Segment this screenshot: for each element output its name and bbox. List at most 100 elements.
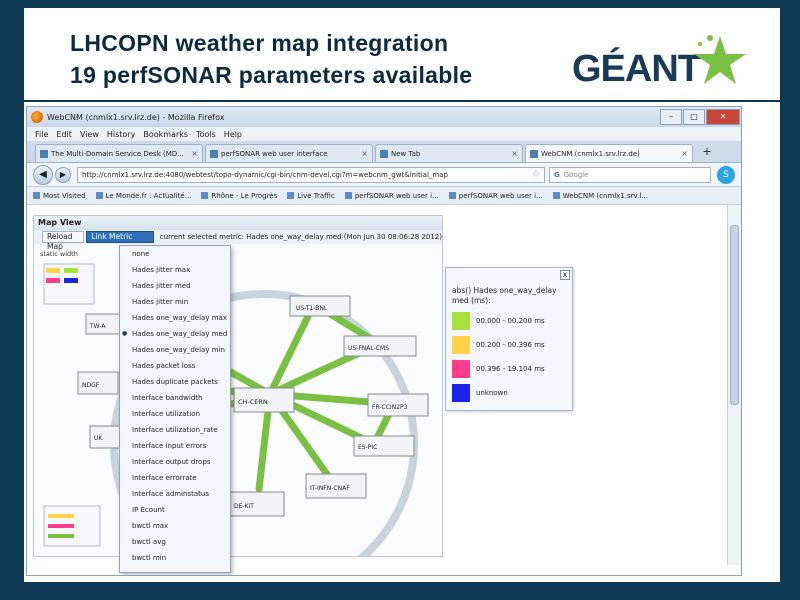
legend-swatch: [452, 336, 470, 354]
metric-option[interactable]: Interface adminstatus: [120, 486, 230, 502]
url-bar[interactable]: http://cnmlx1.srv.lrz.de:4080/webtest/to…: [77, 166, 545, 183]
bookmark-icon: [344, 192, 352, 199]
reload-map-button[interactable]: Reload Map: [42, 231, 85, 251]
bookmark-item[interactable]: Le Monde.fr : Actualité...: [95, 192, 191, 200]
maximize-button[interactable]: □: [683, 109, 705, 125]
close-tab-icon[interactable]: ×: [511, 149, 518, 158]
menu-bar: File Edit View History Bookmarks Tools H…: [27, 127, 741, 141]
bookmark-icon: [448, 192, 456, 199]
legend-close-button[interactable]: x: [560, 270, 570, 280]
page-icon: [380, 149, 388, 158]
mini-legend-swatch: [48, 514, 74, 518]
tab-new[interactable]: New Tab ×: [375, 144, 523, 162]
metric-option[interactable]: Hades packet loss: [120, 358, 230, 374]
logo-text: GÉANT: [572, 48, 701, 90]
mini-legend-swatch: [46, 268, 60, 273]
menu-file[interactable]: File: [35, 130, 48, 139]
legend-row: 00.200 - 00.396 ms: [452, 336, 545, 354]
map-node-label: US-T1-BNL: [296, 305, 328, 312]
tab-perfsonar[interactable]: perfSONAR web user interface ×: [205, 144, 373, 162]
close-tab-icon[interactable]: ×: [361, 149, 368, 158]
metric-option-selected[interactable]: Hades one_way_delay med: [120, 326, 230, 342]
map-node-label: UK: [94, 435, 103, 442]
legend-swatch: [452, 384, 470, 402]
metric-option[interactable]: Hades jitter max: [120, 262, 230, 278]
map-node-label: FR-CCIN2P3: [372, 404, 408, 411]
bookmark-item[interactable]: WebCNM (cnmlx1.srv.l...: [552, 192, 648, 200]
back-button[interactable]: ◀: [33, 164, 53, 185]
bookmark-icon: [33, 192, 40, 199]
bookmark-item[interactable]: Most Visited: [33, 192, 86, 200]
link-metric-selection-button[interactable]: Link Metric Selection: [86, 231, 154, 251]
metric-option[interactable]: bwctl min: [120, 550, 230, 566]
page-icon: [210, 149, 218, 158]
bookmarks-bar: Most Visited Le Monde.fr : Actualité... …: [27, 187, 741, 205]
menu-help[interactable]: Help: [224, 130, 242, 139]
metric-option[interactable]: none: [120, 246, 230, 262]
metric-option[interactable]: bwctl avg: [120, 534, 230, 550]
bookmark-item[interactable]: perfSONAR web user i...: [344, 192, 439, 200]
forward-button[interactable]: ▶: [55, 166, 71, 183]
metric-option[interactable]: Interface utilization: [120, 406, 230, 422]
menu-view[interactable]: View: [80, 130, 99, 139]
metric-option[interactable]: Interface errorrate: [120, 470, 230, 486]
close-tab-icon[interactable]: ×: [681, 149, 688, 158]
map-node-label: ES-PIC: [358, 444, 377, 451]
metric-option[interactable]: Hades jitter min: [120, 294, 230, 310]
navigation-bar: ◀ ▶ http://cnmlx1.srv.lrz.de:4080/webtes…: [27, 163, 741, 187]
menu-bookmarks[interactable]: Bookmarks: [143, 130, 188, 139]
page-icon: [530, 149, 538, 158]
menu-tools[interactable]: Tools: [196, 130, 216, 139]
metric-legend-panel: x abs() Hades one_way_delay med (ms): 00…: [445, 267, 573, 411]
metric-option[interactable]: Interface bandwidth: [120, 390, 230, 406]
bookmark-star-icon[interactable]: ☆: [532, 170, 540, 180]
mini-legend-swatch: [64, 278, 78, 283]
skype-icon[interactable]: S: [717, 165, 735, 184]
map-toolbar: Reload Map Link Metric Selection current…: [34, 230, 442, 251]
current-metric-text: current selected metric: Hades one_way_d…: [159, 233, 442, 241]
window-titlebar: WebCNM (cnmlx1.srv.lrz.de) - Mozilla Fir…: [27, 107, 741, 127]
legend-row: 00.000 - 00.200 ms: [452, 312, 545, 330]
map-view-title: Map View: [34, 216, 442, 230]
bookmark-item[interactable]: Live Traffic: [287, 192, 335, 200]
metric-option[interactable]: Interface output drops: [120, 454, 230, 470]
vertical-scrollbar[interactable]: [727, 205, 741, 565]
minimize-button[interactable]: –: [660, 109, 682, 125]
bookmark-item[interactable]: Rhône - Le Progrès: [201, 192, 277, 200]
map-node-label: TW-A: [89, 323, 106, 330]
url-text: http://cnmlx1.srv.lrz.de:4080/webtest/to…: [82, 170, 448, 179]
map-node-label: NDGF: [82, 382, 100, 389]
weather-map: US-T1-BNL US-FNAL-CMS CH-CERN FR-CCIN2P3…: [43, 263, 429, 556]
tab-bar: The Multi-Domain Service Desk (MD... × pe…: [27, 141, 741, 163]
page-icon: [40, 149, 48, 158]
metric-option[interactable]: Hades one_way_delay max: [120, 310, 230, 326]
metric-option[interactable]: IP Ecount: [120, 502, 230, 518]
search-input[interactable]: G Google: [549, 166, 711, 183]
scrollbar-thumb[interactable]: [730, 225, 739, 405]
browser-window: WebCNM (cnmlx1.srv.lrz.de) - Mozilla Fir…: [26, 106, 742, 576]
tab-mdsd[interactable]: The Multi-Domain Service Desk (MD... ×: [35, 144, 203, 162]
close-window-button[interactable]: ✕: [706, 109, 740, 125]
metric-option[interactable]: Hades duplicate packets: [120, 374, 230, 390]
metric-option[interactable]: Hades one_way_delay min: [120, 342, 230, 358]
metric-option[interactable]: Interface input errors: [120, 438, 230, 454]
map-node-label: IT-INFN-CNAF: [310, 485, 350, 492]
slide-title-line1: LHCOPN weather map integration: [70, 30, 449, 56]
metric-option[interactable]: Hades jitter med: [120, 278, 230, 294]
bookmark-item[interactable]: perfSONAR web user i...: [448, 192, 543, 200]
map-view-panel: Map View Reload Map Link Metric Selectio…: [33, 215, 443, 557]
firefox-icon: [31, 111, 43, 123]
map-node-label: CH-CERN: [238, 398, 268, 406]
mini-legend-swatch: [46, 278, 60, 283]
metric-option[interactable]: Interface utilization_rate: [120, 422, 230, 438]
menu-edit[interactable]: Edit: [56, 130, 72, 139]
menu-history[interactable]: History: [107, 130, 135, 139]
bookmark-icon: [287, 192, 295, 199]
close-tab-icon[interactable]: ×: [191, 149, 198, 158]
google-icon: G: [554, 170, 560, 179]
legend-swatch: [452, 312, 470, 330]
metric-dropdown-menu: none Hades jitter max Hades jitter med H…: [119, 245, 231, 573]
metric-option[interactable]: bwctl max: [120, 518, 230, 534]
new-tab-button[interactable]: +: [699, 145, 715, 161]
tab-webcnm[interactable]: WebCNM (cnmlx1.srv.lrz.de) ×: [525, 144, 693, 162]
